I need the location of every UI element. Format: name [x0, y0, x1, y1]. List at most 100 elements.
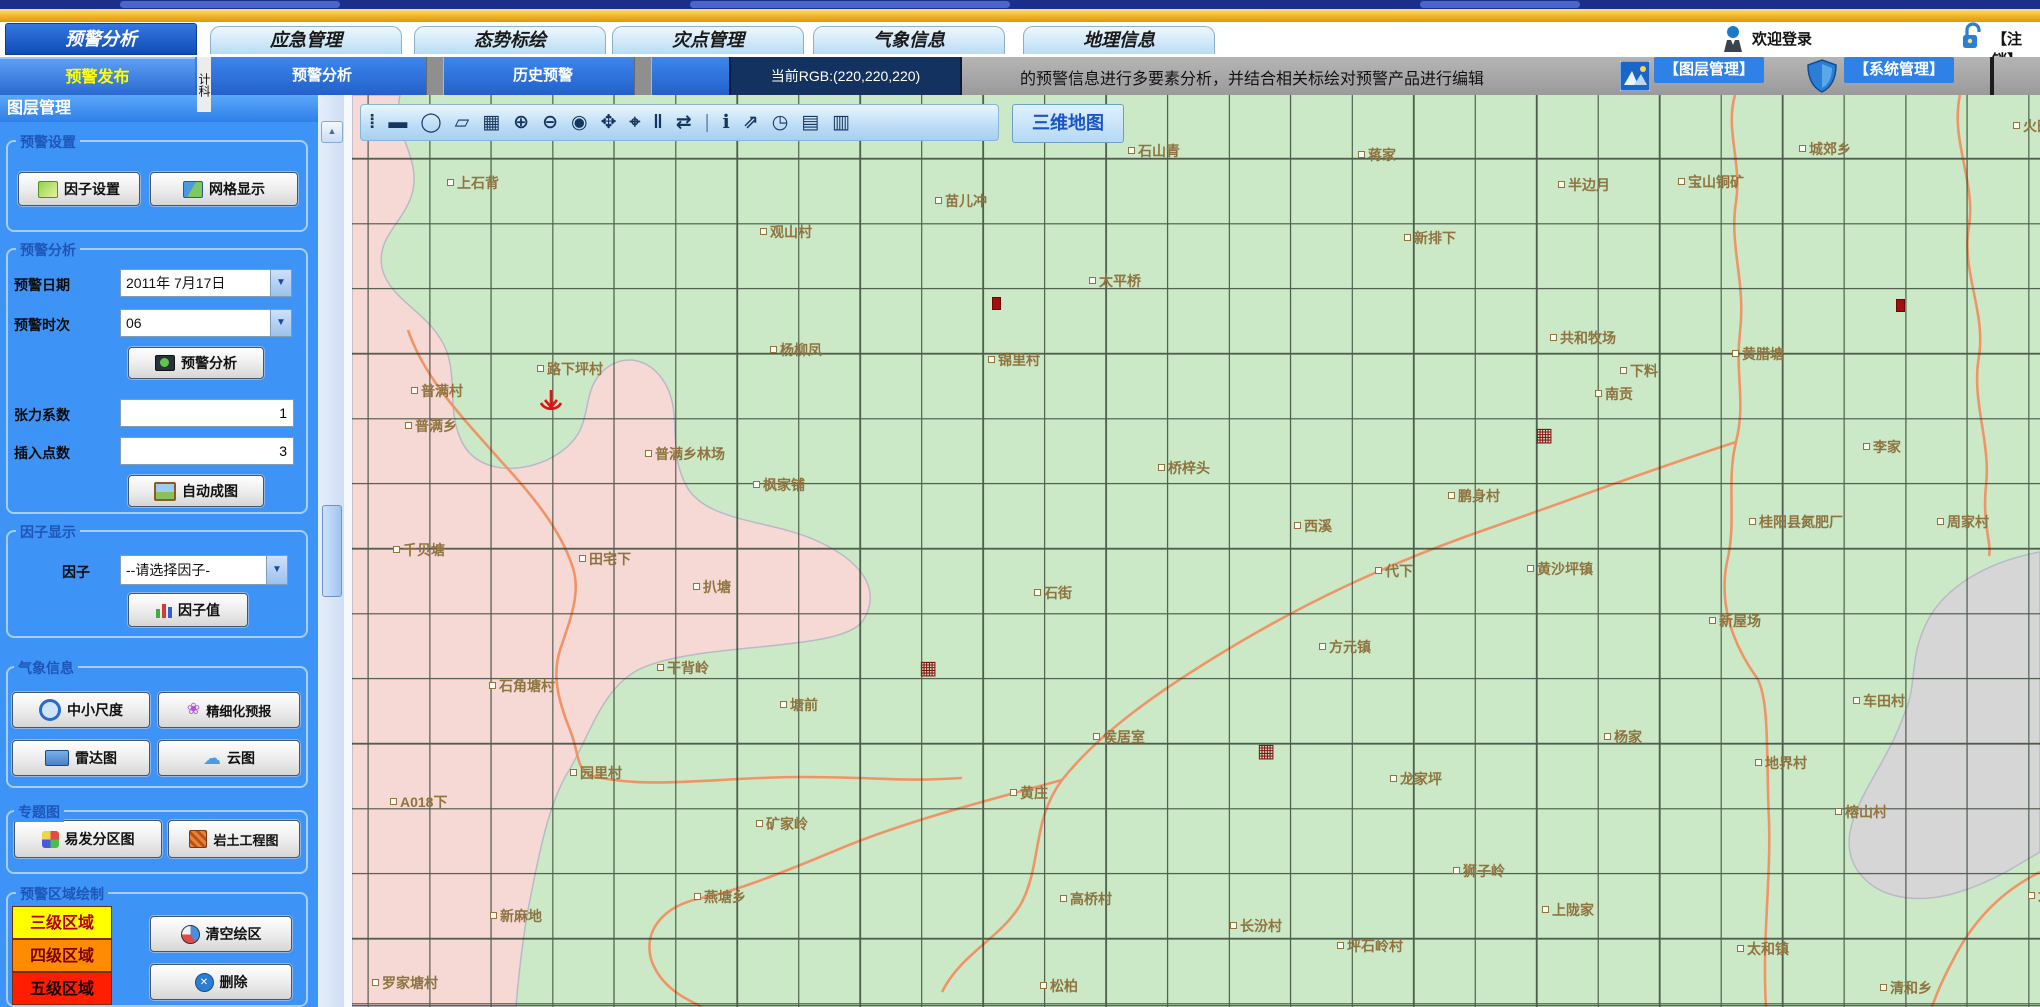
map-viewport[interactable]: 上石背观山村苗儿冲石山青蒋家城郊乡火田半边月宝山铜矿新排下太平桥杨柳凤锦里村下料…	[352, 95, 2040, 1007]
layer-manager-button[interactable]: 【图层管理】	[1654, 57, 1764, 83]
tension-coefficient-input[interactable]	[120, 399, 294, 427]
measure-circle-icon[interactable]: ◯	[420, 113, 441, 133]
place-label: 石街	[1034, 583, 1072, 603]
divider-line	[1990, 57, 1994, 95]
info-icon[interactable]: ℹ	[723, 113, 730, 133]
chevron-down-icon[interactable]: ▼	[270, 310, 291, 336]
chevron-down-icon[interactable]: ▼	[266, 556, 287, 584]
zoom-out-icon[interactable]: ⊖	[542, 113, 558, 133]
mine-site-symbol: ▦	[1257, 742, 1275, 761]
place-label: 普满乡林场	[645, 444, 725, 464]
place-label: 龙潭	[2028, 886, 2040, 906]
bar-chart-icon	[156, 603, 172, 618]
subnav-separator	[634, 57, 652, 95]
subtab-history-warning[interactable]: 历史预警	[456, 57, 630, 95]
factor-value-label: 因子值	[178, 600, 220, 620]
map-3d-button[interactable]: 三维地图	[1012, 104, 1124, 143]
factor-value-button[interactable]: 因子值	[128, 593, 248, 627]
warning-date-combo[interactable]: 2011年 7月17日 ▼	[120, 269, 292, 297]
export-icon[interactable]: ⇗	[743, 113, 759, 133]
refresh-icon[interactable]: ⇄	[676, 113, 692, 133]
subtab-warning-publish[interactable]: 预警发布	[0, 57, 195, 95]
place-label: 长汾村	[1230, 916, 1282, 936]
system-manager-shield-icon[interactable]	[1806, 59, 1838, 98]
place-label: 上陇家	[1542, 900, 1594, 920]
insert-points-input[interactable]	[120, 437, 294, 465]
warning-level-2[interactable]: 四级区域	[12, 939, 112, 972]
place-label: 黄沙坪镇	[1527, 559, 1593, 579]
top-tab-2[interactable]: 应急管理	[210, 26, 402, 54]
place-label: 方元镇	[1319, 637, 1371, 657]
drag-handle[interactable]: ⁞	[369, 113, 375, 133]
zoom-extent-icon[interactable]: ⌖	[630, 113, 641, 133]
place-label: 观山村	[760, 222, 812, 242]
grid-display-button[interactable]: 网格显示	[150, 172, 298, 206]
auto-map-button[interactable]: 自动成图	[128, 475, 264, 507]
clear-drawing-button[interactable]: 清空绘区	[150, 916, 292, 952]
measure-polygon-icon[interactable]: ▱	[455, 113, 470, 133]
print-icon[interactable]: ▤	[801, 113, 819, 133]
compass-icon	[39, 699, 61, 721]
fine-forecast-button[interactable]: ❀ 精细化预报	[158, 692, 300, 728]
place-label: 李家	[1863, 437, 1901, 457]
susceptibility-zone-map-label: 易发分区图	[65, 829, 135, 849]
place-label: 新屋场	[1709, 611, 1761, 631]
scrollbar-up-button[interactable]: ▲	[321, 121, 343, 143]
tension-coefficient-label: 张力系数	[14, 405, 70, 425]
warning-time-combo[interactable]: 06 ▼	[120, 309, 292, 337]
place-label: 燕塘乡	[694, 887, 746, 907]
factor-settings-label: 因子设置	[64, 179, 120, 199]
grid-icon[interactable]: ▦	[482, 113, 500, 133]
place-label: 苗儿冲	[935, 191, 987, 211]
group-title-warning-settings: 预警设置	[16, 132, 80, 152]
unlock-icon[interactable]	[1960, 22, 1984, 57]
place-label: 榕山村	[1835, 802, 1887, 822]
top-tab-1[interactable]: 预警分析	[5, 23, 197, 55]
chevron-down-icon[interactable]: ▼	[270, 270, 291, 296]
save-icon[interactable]: ▥	[832, 113, 850, 133]
current-rgb-readout: 当前RGB:(220,220,220)	[729, 57, 962, 95]
place-label: 城郊乡	[1799, 139, 1851, 159]
globe-icon[interactable]: ◉	[571, 113, 588, 133]
top-tab-6[interactable]: 地理信息	[1023, 26, 1215, 54]
scrollbar-thumb[interactable]	[322, 505, 342, 597]
place-label: 代下	[1375, 561, 1413, 581]
top-tab-5[interactable]: 气象信息	[813, 26, 1005, 54]
delete-button[interactable]: ✕ 删除	[150, 964, 292, 1000]
warning-level-1[interactable]: 三级区域	[12, 906, 112, 939]
geotechnical-map-label: 岩土工程图	[213, 830, 278, 849]
subnav-separator	[426, 57, 444, 95]
geotechnical-map-button[interactable]: 岩土工程图	[168, 820, 300, 858]
layer-manager-icon[interactable]	[1620, 61, 1650, 96]
factor-settings-button[interactable]: 因子设置	[18, 172, 140, 206]
top-tab-3[interactable]: 态势标绘	[414, 26, 606, 54]
place-label: 罗家塘村	[372, 973, 438, 993]
meso-scale-button[interactable]: 中小尺度	[12, 692, 150, 728]
susceptibility-zone-map-button[interactable]: 易发分区图	[14, 820, 162, 858]
top-tab-4[interactable]: 灾点管理	[612, 26, 804, 54]
pan-hand-icon[interactable]: ✥	[601, 113, 617, 133]
clear-drawing-icon	[181, 925, 200, 944]
factor-combo[interactable]: --请选择因子- ▼	[120, 555, 288, 585]
measure-ruler-icon[interactable]: ▬	[388, 113, 407, 133]
pause-icon[interactable]: ‖	[653, 113, 662, 133]
zoom-in-icon[interactable]: ⊕	[513, 113, 529, 133]
layer-panel-title: 图层管理	[0, 95, 318, 122]
subtab-warning-analysis[interactable]: 预警分析	[224, 57, 420, 95]
warning-analysis-button[interactable]: 预警分析	[128, 347, 264, 379]
hazard-point-symbol	[1896, 299, 1905, 312]
system-manager-button[interactable]: 【系统管理】	[1844, 57, 1954, 83]
radar-map-button[interactable]: 雷达图	[12, 740, 150, 776]
cloud-map-button[interactable]: ☁ 云图	[158, 740, 300, 776]
place-label: 周家村	[1937, 512, 1989, 532]
geotechnical-map-icon	[189, 830, 207, 848]
meso-scale-label: 中小尺度	[67, 700, 123, 720]
place-label: A018下	[390, 792, 447, 812]
place-label: 桂阳县氮肥厂	[1749, 512, 1843, 532]
history-clock-icon[interactable]: ◷	[772, 113, 789, 133]
landslide-anchor-symbol	[537, 388, 565, 425]
place-label: 石山青	[1128, 141, 1180, 161]
group-title-warning-analysis: 预警分析	[16, 240, 80, 260]
warning-level-3[interactable]: 五级区域	[12, 972, 112, 1005]
warning-date-value: 2011年 7月17日	[121, 270, 270, 296]
